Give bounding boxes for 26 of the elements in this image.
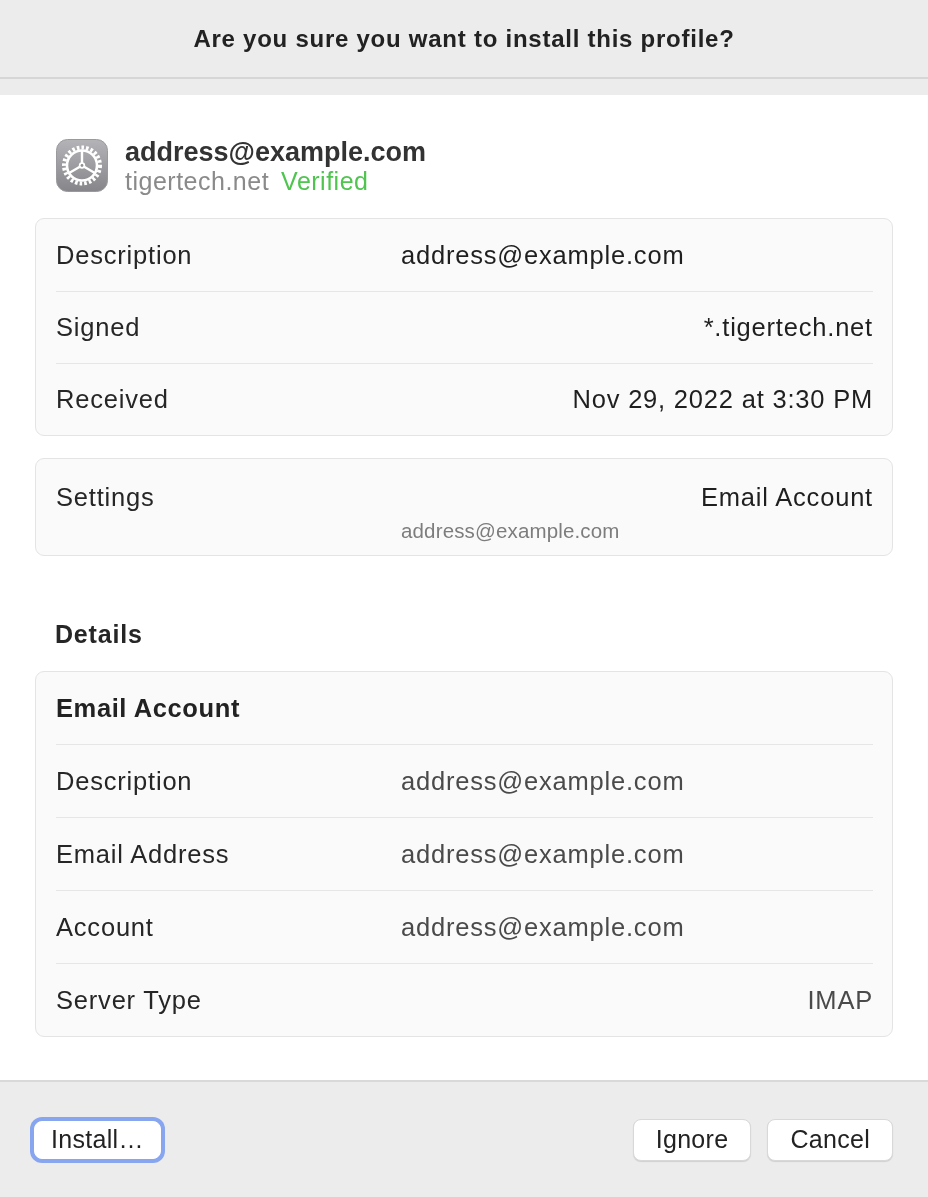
settings-value: Email Account <box>701 482 873 513</box>
ignore-button[interactable]: Ignore <box>632 1118 752 1161</box>
field-label: Description <box>56 765 193 797</box>
field-label: Received <box>56 384 169 416</box>
field-value: address@example.com <box>401 838 685 870</box>
field-value: Nov 29, 2022 at 3:30 PM <box>572 384 873 416</box>
field-label: Description <box>56 239 193 271</box>
organization-name: tigertech.net <box>125 166 270 195</box>
field-value: address@example.com <box>401 765 685 797</box>
field-value: *.tigertech.net <box>703 312 873 344</box>
profile-name: address@example.com <box>125 136 426 167</box>
gear-icon <box>56 139 108 192</box>
settings-label: Settings <box>56 482 155 513</box>
section-title: Email Account <box>56 692 240 724</box>
field-value: address@example.com <box>401 239 685 271</box>
field-label: Signed <box>56 312 141 344</box>
field-value: address@example.com <box>401 911 685 943</box>
settings-account: address@example.com <box>401 518 620 545</box>
field-label: Account <box>56 911 154 943</box>
verified-status: Verified <box>281 166 369 195</box>
field-label: Email Address <box>56 838 230 870</box>
dialog-title: Are you sure you want to install this profile? <box>193 23 735 54</box>
cancel-button[interactable]: Cancel <box>767 1118 893 1161</box>
details-heading: Details <box>55 620 143 648</box>
field-value: IMAP <box>807 984 873 1016</box>
field-label: Server Type <box>56 984 202 1016</box>
